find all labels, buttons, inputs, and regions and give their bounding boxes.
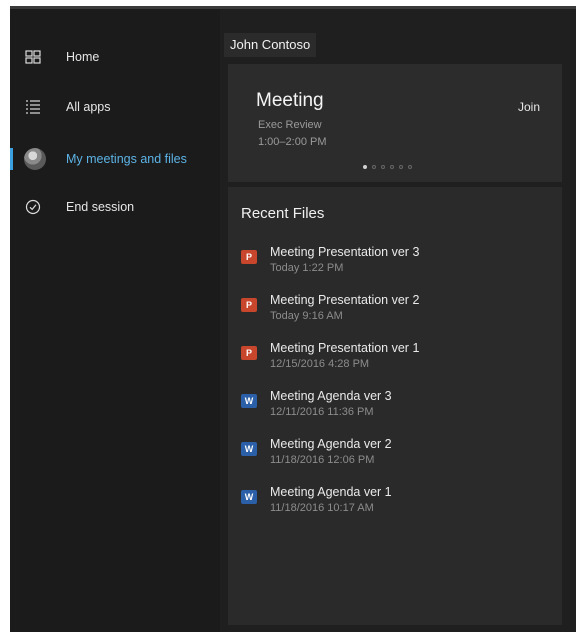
powerpoint-file-icon: P (241, 250, 257, 264)
word-file-icon: W (241, 490, 257, 504)
pager-dot[interactable] (372, 165, 376, 169)
sidebar-item-home[interactable]: Home (10, 37, 220, 77)
file-name: Meeting Agenda ver 2 (270, 437, 392, 451)
file-name: Meeting Presentation ver 3 (270, 245, 420, 259)
sidebar-item-label: End session (66, 200, 135, 214)
home-icon (24, 48, 42, 66)
powerpoint-file-icon: P (241, 346, 257, 360)
join-button[interactable]: Join (518, 100, 540, 114)
pager-dot[interactable] (381, 165, 385, 169)
carousel-pager[interactable] (363, 165, 412, 169)
file-item[interactable]: W Meeting Agenda ver 3 12/11/2016 11:36 … (228, 386, 562, 428)
file-name: Meeting Agenda ver 1 (270, 485, 392, 499)
avatar (24, 148, 46, 170)
file-name: Meeting Presentation ver 2 (270, 293, 420, 307)
file-date: Today 1:22 PM (270, 262, 344, 274)
all-apps-icon (24, 98, 42, 116)
file-item[interactable]: W Meeting Agenda ver 1 11/18/2016 10:17 … (228, 482, 562, 524)
file-item[interactable]: P Meeting Presentation ver 3 Today 1:22 … (228, 242, 562, 284)
active-indicator (10, 148, 13, 170)
pager-dot[interactable] (363, 165, 367, 169)
file-name: Meeting Presentation ver 1 (270, 341, 420, 355)
app-window: Home All apps My meetings and files End … (10, 6, 576, 632)
file-item[interactable]: W Meeting Agenda ver 2 11/18/2016 12:06 … (228, 434, 562, 476)
file-date: Today 9:16 AM (270, 310, 343, 322)
file-name: Meeting Agenda ver 3 (270, 389, 392, 403)
file-date: 11/18/2016 10:17 AM (270, 502, 374, 514)
sidebar-item-my-meetings-and-files[interactable]: My meetings and files (10, 139, 220, 179)
meeting-card[interactable]: Meeting Exec Review 1:00–2:00 PM Join (228, 64, 562, 182)
meeting-time: 1:00–2:00 PM (258, 136, 327, 148)
file-date: 12/15/2016 4:28 PM (270, 358, 370, 370)
sidebar-item-label: My meetings and files (66, 152, 187, 166)
word-file-icon: W (241, 442, 257, 456)
file-date: 11/18/2016 12:06 PM (270, 454, 375, 466)
word-file-icon: W (241, 394, 257, 408)
file-item[interactable]: P Meeting Presentation ver 1 12/15/2016 … (228, 338, 562, 380)
recent-files-panel: Recent Files P Meeting Presentation ver … (228, 187, 562, 625)
sidebar-item-label: All apps (66, 100, 111, 114)
user-name: John Contoso (224, 33, 317, 57)
file-date: 12/11/2016 11:36 PM (270, 406, 374, 418)
meeting-title: Meeting (256, 90, 324, 111)
check-circle-icon (24, 198, 42, 216)
powerpoint-file-icon: P (241, 298, 257, 312)
sidebar-item-all-apps[interactable]: All apps (10, 87, 220, 127)
sidebar-item-end-session[interactable]: End session (10, 187, 220, 227)
file-item[interactable]: P Meeting Presentation ver 2 Today 9:16 … (228, 290, 562, 332)
pager-dot[interactable] (399, 165, 403, 169)
sidebar: Home All apps My meetings and files End … (10, 9, 220, 632)
pager-dot[interactable] (390, 165, 394, 169)
meeting-subtitle: Exec Review (258, 119, 322, 131)
pager-dot[interactable] (408, 165, 412, 169)
sidebar-item-label: Home (66, 50, 100, 64)
recent-files-title: Recent Files (241, 205, 325, 222)
